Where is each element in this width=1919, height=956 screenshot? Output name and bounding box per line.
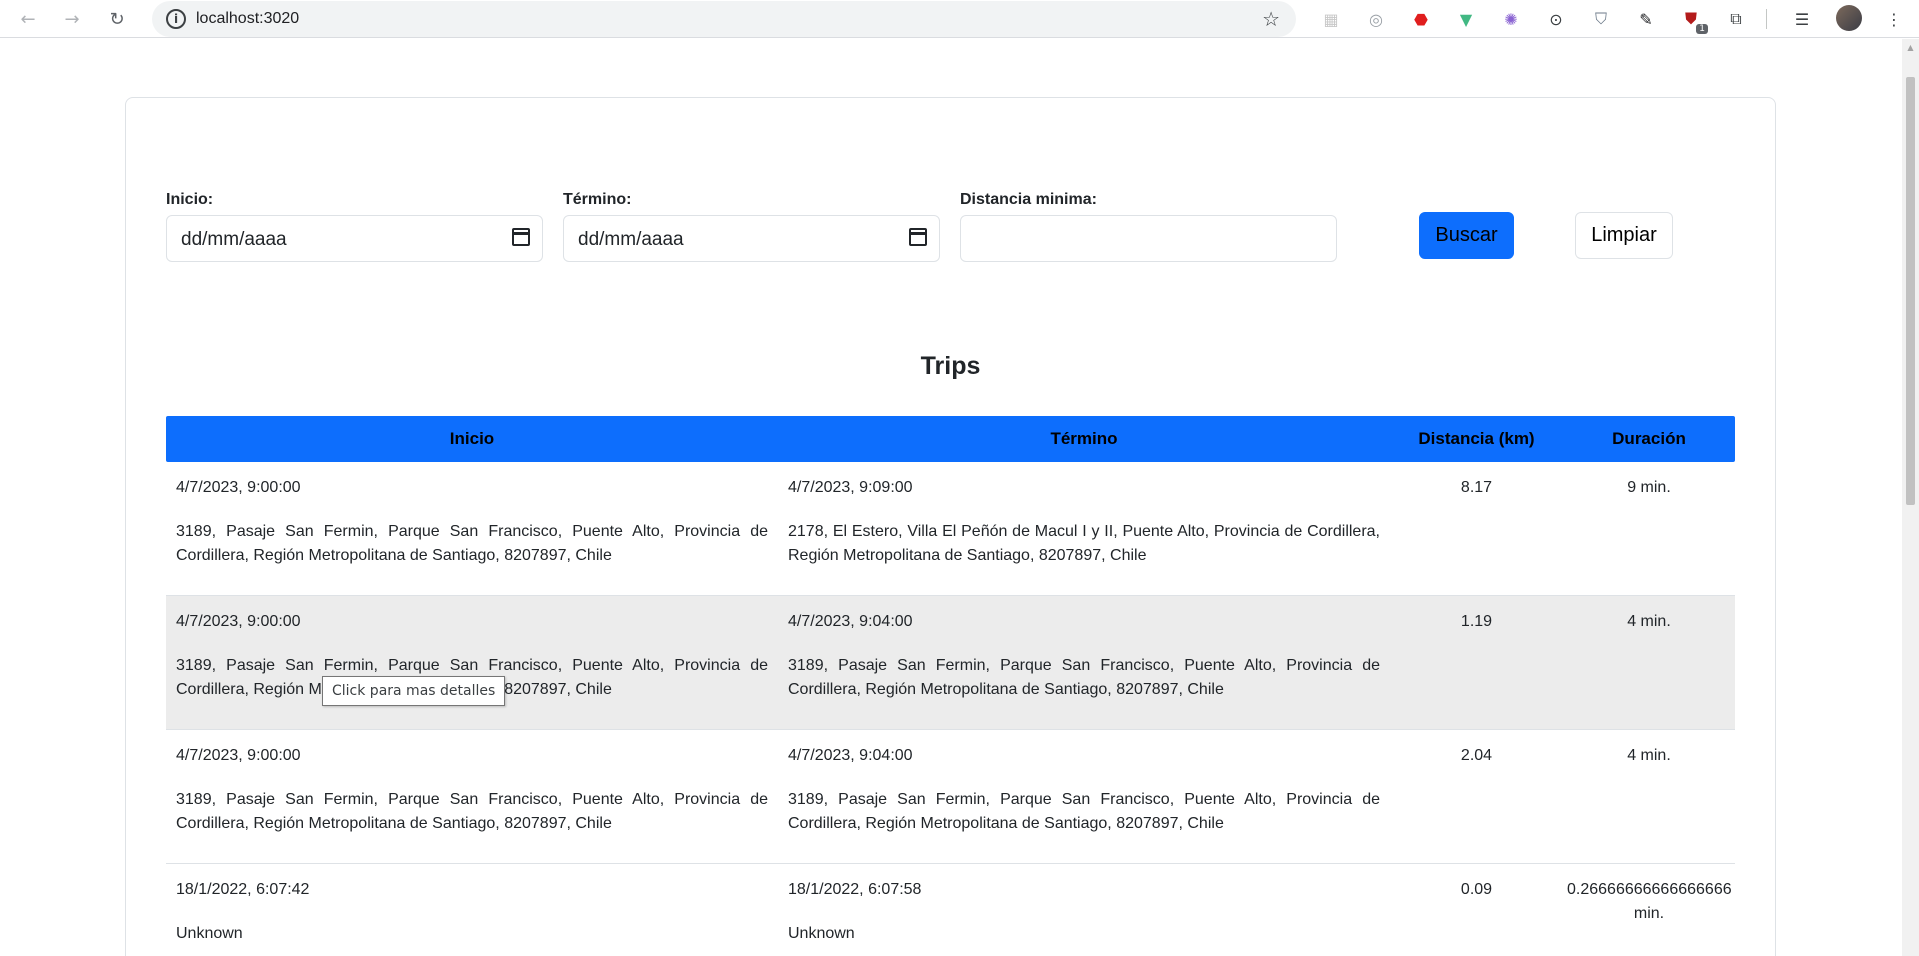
end-address: 3189, Pasaje San Fermin, Parque San Fran… bbox=[788, 657, 1380, 698]
media-control-icon[interactable]: ☰ bbox=[1789, 6, 1815, 32]
start-address: Unknown bbox=[176, 925, 243, 942]
header-inicio: Inicio bbox=[449, 429, 495, 448]
vue-devtools-icon[interactable]: ▼ bbox=[1453, 6, 1479, 32]
end-date: 18/1/2022, 6:07:58 bbox=[788, 881, 922, 898]
filter-inicio: Inicio: dd/mm/aaaa bbox=[166, 191, 543, 262]
start-address: 3189, Pasaje San Fermin, Parque San Fran… bbox=[176, 791, 768, 832]
inicio-date-input[interactable]: dd/mm/aaaa bbox=[166, 215, 543, 262]
toolbar-divider bbox=[1766, 9, 1767, 29]
filter-distancia: Distancia minima: bbox=[960, 191, 1337, 262]
start-date: 18/1/2022, 6:07:42 bbox=[176, 881, 310, 898]
cell-distancia[interactable]: 1.19 bbox=[1390, 596, 1563, 729]
end-date: 4/7/2023, 9:04:00 bbox=[788, 747, 913, 764]
cell-distancia[interactable]: 8.17 bbox=[1390, 462, 1563, 595]
distancia-label: Distancia minima: bbox=[960, 191, 1097, 208]
termino-label: Término: bbox=[563, 191, 632, 208]
cell-inicio[interactable]: 4/7/2023, 9:00:00 3189, Pasaje San Fermi… bbox=[166, 462, 778, 595]
table-header: Inicio Término Distancia (km) Duración bbox=[166, 416, 1735, 462]
cell-duracion[interactable]: 4 min. bbox=[1563, 596, 1735, 729]
cell-termino[interactable]: 4/7/2023, 9:09:00 2178, El Estero, Villa… bbox=[778, 462, 1390, 595]
start-date: 4/7/2023, 9:00:00 bbox=[176, 747, 301, 764]
scroll-thumb[interactable] bbox=[1906, 77, 1915, 505]
header-termino: Término bbox=[1050, 429, 1118, 448]
termino-date-input[interactable]: dd/mm/aaaa bbox=[563, 215, 940, 262]
table-row[interactable]: 4/7/2023, 9:00:00 3189, Pasaje San Fermi… bbox=[166, 730, 1735, 864]
cell-termino[interactable]: 4/7/2023, 9:04:00 3189, Pasaje San Fermi… bbox=[778, 596, 1390, 729]
cell-duracion[interactable]: 9 min. bbox=[1563, 462, 1735, 595]
extension-badge: 1 bbox=[1696, 24, 1708, 34]
termino-date-placeholder[interactable]: dd/mm/aaaa bbox=[578, 229, 684, 251]
inicio-date-placeholder[interactable]: dd/mm/aaaa bbox=[181, 229, 287, 251]
cell-termino[interactable]: 4/7/2023, 9:04:00 3189, Pasaje San Fermi… bbox=[778, 730, 1390, 863]
buscar-button[interactable]: Buscar bbox=[1419, 212, 1514, 259]
bookmark-star-icon[interactable]: ☆ bbox=[1262, 7, 1280, 31]
extension-target-icon[interactable]: ◎ bbox=[1363, 6, 1389, 32]
gear-extension-icon[interactable]: ✺ bbox=[1498, 6, 1524, 32]
inicio-label: Inicio: bbox=[166, 191, 214, 208]
header-duracion: Duración bbox=[1612, 429, 1686, 448]
ublock-icon[interactable]: ⛊ 1 bbox=[1678, 6, 1708, 34]
cell-termino[interactable]: 18/1/2022, 6:07:58 Unknown bbox=[778, 864, 1390, 956]
table-row[interactable]: 18/1/2022, 6:07:42 Unknown 18/1/2022, 6:… bbox=[166, 864, 1735, 956]
calendar-icon[interactable] bbox=[909, 228, 927, 246]
limpiar-button[interactable]: Limpiar bbox=[1575, 212, 1673, 259]
cell-duracion[interactable]: 0.26666666666666666 min. bbox=[1563, 864, 1735, 956]
end-date: 4/7/2023, 9:09:00 bbox=[788, 479, 913, 496]
shield-extension-icon[interactable]: ⛉ bbox=[1588, 6, 1614, 32]
page-scrollbar[interactable]: ▲ bbox=[1902, 39, 1919, 956]
header-distancia: Distancia (km) bbox=[1418, 429, 1535, 448]
reload-icon[interactable]: ↻ bbox=[101, 3, 133, 35]
cell-inicio[interactable]: 4/7/2023, 9:00:00 3189, Pasaje San Fermi… bbox=[166, 730, 778, 863]
start-date: 4/7/2023, 9:00:00 bbox=[176, 479, 301, 496]
cell-duracion[interactable]: 4 min. bbox=[1563, 730, 1735, 863]
site-info-icon[interactable]: i bbox=[166, 9, 186, 29]
calendar-icon[interactable] bbox=[512, 228, 530, 246]
end-address: 2178, El Estero, Villa El Peñón de Macul… bbox=[788, 523, 1380, 564]
table-row[interactable]: 4/7/2023, 9:00:00 3189, Pasaje San Fermi… bbox=[166, 462, 1735, 596]
table-row[interactable]: 4/7/2023, 9:00:00 3189, Pasaje San Fermi… bbox=[166, 596, 1735, 730]
filter-termino: Término: dd/mm/aaaa bbox=[563, 191, 940, 262]
end-date: 4/7/2023, 9:04:00 bbox=[788, 613, 913, 630]
end-address: Unknown bbox=[788, 925, 855, 942]
row-tooltip: Click para mas detalles bbox=[322, 676, 506, 706]
code-extension-icon[interactable]: ⊙ bbox=[1543, 6, 1569, 32]
kebab-menu-icon[interactable]: ⋮ bbox=[1881, 6, 1907, 32]
opera-extension-icon[interactable]: ⬣ bbox=[1408, 6, 1434, 32]
extensions-puzzle-icon[interactable]: ⧉ bbox=[1723, 6, 1749, 32]
cell-inicio[interactable]: 4/7/2023, 9:00:00 3189, Pasaje San Fermi… bbox=[166, 596, 778, 729]
cell-distancia[interactable]: 2.04 bbox=[1390, 730, 1563, 863]
scroll-up-icon[interactable]: ▲ bbox=[1905, 43, 1916, 53]
forward-icon[interactable]: → bbox=[56, 3, 88, 35]
end-address: 3189, Pasaje San Fermin, Parque San Fran… bbox=[788, 791, 1380, 832]
eyedropper-icon[interactable]: ✎ bbox=[1633, 6, 1659, 32]
trips-card: Inicio: dd/mm/aaaa Término: dd/mm/aaaa D… bbox=[125, 97, 1776, 956]
distancia-minima-input[interactable] bbox=[960, 215, 1337, 262]
cell-distancia[interactable]: 0.09 bbox=[1390, 864, 1563, 956]
start-date: 4/7/2023, 9:00:00 bbox=[176, 613, 301, 630]
cell-inicio[interactable]: 18/1/2022, 6:07:42 Unknown bbox=[166, 864, 778, 956]
url-text[interactable]: localhost:3020 bbox=[196, 10, 299, 28]
address-bar[interactable]: i localhost:3020 ☆ bbox=[152, 1, 1296, 37]
extension-puzzle-faded-icon[interactable]: ▦ bbox=[1318, 6, 1344, 32]
back-icon[interactable]: ← bbox=[12, 3, 44, 35]
page-title: Trips bbox=[920, 352, 981, 380]
browser-toolbar: ← → ↻ i localhost:3020 ☆ ▦ ◎ ⬣ ▼ ✺ ⊙ ⛉ ✎… bbox=[0, 0, 1919, 38]
profile-avatar[interactable] bbox=[1836, 5, 1862, 31]
start-address: 3189, Pasaje San Fermin, Parque San Fran… bbox=[176, 523, 768, 564]
